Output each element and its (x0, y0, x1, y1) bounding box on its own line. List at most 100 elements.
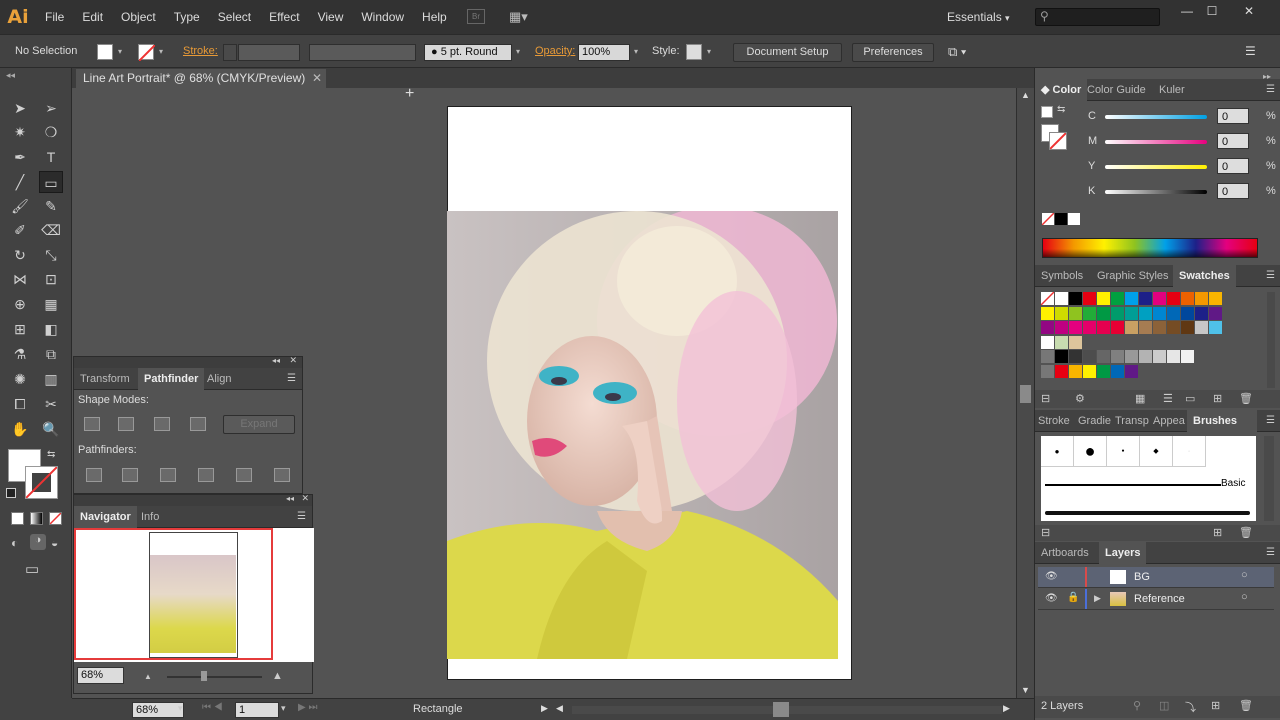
brush-basic-stroke[interactable] (1045, 484, 1221, 486)
color-swatch[interactable] (1083, 350, 1096, 363)
color-swap-icon[interactable]: ⇆ (1057, 104, 1065, 115)
opacity-field[interactable]: 100% (578, 44, 630, 61)
color-mode-icon[interactable] (11, 512, 24, 525)
color-swatch[interactable] (1111, 321, 1124, 334)
color-swatch[interactable] (1125, 321, 1138, 334)
brush-definition-field[interactable]: ● 5 pt. Round (424, 44, 512, 61)
tab-graphic-styles[interactable]: Graphic Styles (1091, 265, 1175, 287)
panel-menu-icon[interactable]: ☰ (1266, 415, 1275, 426)
first-artboard-icon[interactable]: ⏮ ◀ (202, 702, 223, 713)
delete-brush-icon[interactable]: 🗑 (1239, 526, 1253, 539)
swatch-grid[interactable] (1041, 292, 1255, 382)
collapse-panel-icon[interactable]: ◂◂ (272, 356, 280, 365)
tab-color-guide[interactable]: Color Guide (1081, 79, 1152, 101)
blend-tool-icon[interactable]: ⧉ (39, 343, 63, 365)
color-swatch[interactable] (1041, 335, 1054, 349)
layer-row-reference[interactable]: 👁 🔒 ▶ Reference ○ (1038, 589, 1274, 610)
black-quick-swatch[interactable] (1055, 213, 1067, 225)
color-swatch[interactable] (1083, 292, 1096, 305)
shape-builder-tool-icon[interactable]: ⊕ (8, 293, 32, 315)
color-swatch[interactable] (1097, 292, 1110, 305)
scroll-thumb[interactable] (1020, 385, 1031, 403)
navigator-preview[interactable] (74, 528, 314, 662)
swatch-options-icon[interactable]: ▦ (1135, 392, 1145, 405)
artboard-number-field[interactable]: 1 (235, 702, 279, 718)
stroke-swatch[interactable] (138, 44, 155, 61)
new-sublayer-icon[interactable]: ⤵ (1185, 699, 1196, 715)
color-swatch[interactable] (1209, 292, 1222, 305)
color-swatch[interactable] (1209, 306, 1222, 320)
swatch-list-icon[interactable]: ☰ (1163, 392, 1173, 405)
delete-layer-icon[interactable]: 🗑 (1239, 699, 1253, 712)
tab-artboards[interactable]: Artboards (1035, 542, 1095, 564)
stroke-label[interactable]: Stroke: (183, 45, 218, 57)
panel-menu-icon[interactable]: ☰ (1245, 44, 1256, 58)
color-swatch[interactable] (1125, 350, 1138, 363)
yellow-slider[interactable] (1105, 165, 1207, 169)
exclude-icon[interactable] (190, 417, 206, 431)
color-swatch[interactable] (1055, 306, 1068, 320)
color-swatch[interactable] (1041, 306, 1054, 320)
zoom-in-icon[interactable]: ▲ (272, 670, 283, 682)
color-swatch[interactable] (1167, 321, 1180, 334)
menu-type[interactable]: Type (165, 0, 209, 34)
paintbrush-tool-icon[interactable]: 🖌 (8, 195, 32, 217)
swatch-libraries-icon[interactable]: ⊟ (1041, 392, 1050, 405)
color-swatch[interactable] (1055, 335, 1068, 349)
tab-stroke[interactable]: Stroke (1035, 410, 1073, 432)
stroke-weight-field[interactable] (238, 44, 300, 61)
color-swatch[interactable] (1069, 335, 1082, 349)
color-swatch[interactable] (1055, 350, 1068, 363)
brush-library[interactable]: ● ● ● ◆ · Basic (1041, 436, 1256, 521)
color-swatch[interactable] (1041, 350, 1054, 363)
color-swatch[interactable] (1111, 292, 1124, 305)
menu-edit[interactable]: Edit (73, 0, 112, 34)
horizontal-scroll-thumb[interactable] (773, 702, 789, 717)
navigator-zoom-field[interactable]: 68% (77, 667, 124, 684)
color-swatch[interactable] (1111, 364, 1124, 378)
selection-tool-icon[interactable]: ➤ (8, 97, 32, 119)
intersect-icon[interactable] (154, 417, 170, 431)
close-document-icon[interactable]: ✕ (312, 69, 322, 88)
divide-icon[interactable] (86, 468, 102, 482)
unite-icon[interactable] (84, 417, 100, 431)
brushes-scrollbar[interactable] (1264, 436, 1274, 521)
expand-button[interactable]: Expand (223, 415, 295, 434)
zoom-dropdown-icon[interactable]: ▾ (178, 703, 183, 714)
pen-tool-icon[interactable]: ✒ (8, 146, 32, 168)
color-swatch[interactable] (1125, 364, 1138, 378)
reference-photo[interactable] (447, 211, 838, 659)
color-swatch[interactable] (1083, 306, 1096, 320)
color-swatch[interactable] (1139, 292, 1152, 305)
color-swatch[interactable] (1055, 364, 1068, 378)
hand-tool-icon[interactable]: ✋ (8, 418, 32, 440)
panel-menu-icon[interactable]: ☰ (287, 373, 296, 384)
merge-icon[interactable] (160, 468, 176, 482)
tab-swatches[interactable]: Swatches (1173, 265, 1236, 287)
tab-kuler[interactable]: Kuler (1153, 79, 1191, 101)
stroke-stepper[interactable] (223, 44, 237, 61)
color-swatch[interactable] (1069, 306, 1082, 320)
layer-name[interactable]: BG (1134, 571, 1150, 583)
cyan-slider[interactable] (1105, 115, 1207, 119)
scale-tool-icon[interactable]: ⤡ (39, 244, 63, 266)
document-tab[interactable]: Line Art Portrait* @ 68% (CMYK/Preview) … (76, 69, 326, 88)
color-swatch[interactable] (1069, 292, 1082, 305)
black-slider[interactable] (1105, 190, 1207, 194)
collapse-panel-icon[interactable]: ◂◂ (286, 494, 294, 503)
swap-colors-icon[interactable]: ⇆ (47, 449, 55, 460)
blob-brush-tool-icon[interactable]: ✐ (8, 219, 32, 241)
color-swatch[interactable] (1153, 321, 1166, 334)
line-tool-icon[interactable]: ╱ (8, 171, 32, 193)
crop-icon[interactable] (198, 468, 214, 482)
tab-transform[interactable]: Transform (74, 368, 136, 390)
panel-menu-icon[interactable]: ☰ (1266, 547, 1275, 558)
color-swatch[interactable] (1181, 306, 1194, 320)
tab-symbols[interactable]: Symbols (1035, 265, 1089, 287)
panel-menu-icon[interactable]: ☰ (1266, 84, 1275, 95)
brush-libraries-icon[interactable]: ⊟ (1041, 526, 1050, 539)
status-menu-icon[interactable]: ▶ (541, 703, 548, 714)
style-dropdown-icon[interactable]: ▾ (703, 44, 715, 60)
color-swatch[interactable] (1111, 306, 1124, 320)
close-icon[interactable]: ✕ (1238, 4, 1260, 22)
